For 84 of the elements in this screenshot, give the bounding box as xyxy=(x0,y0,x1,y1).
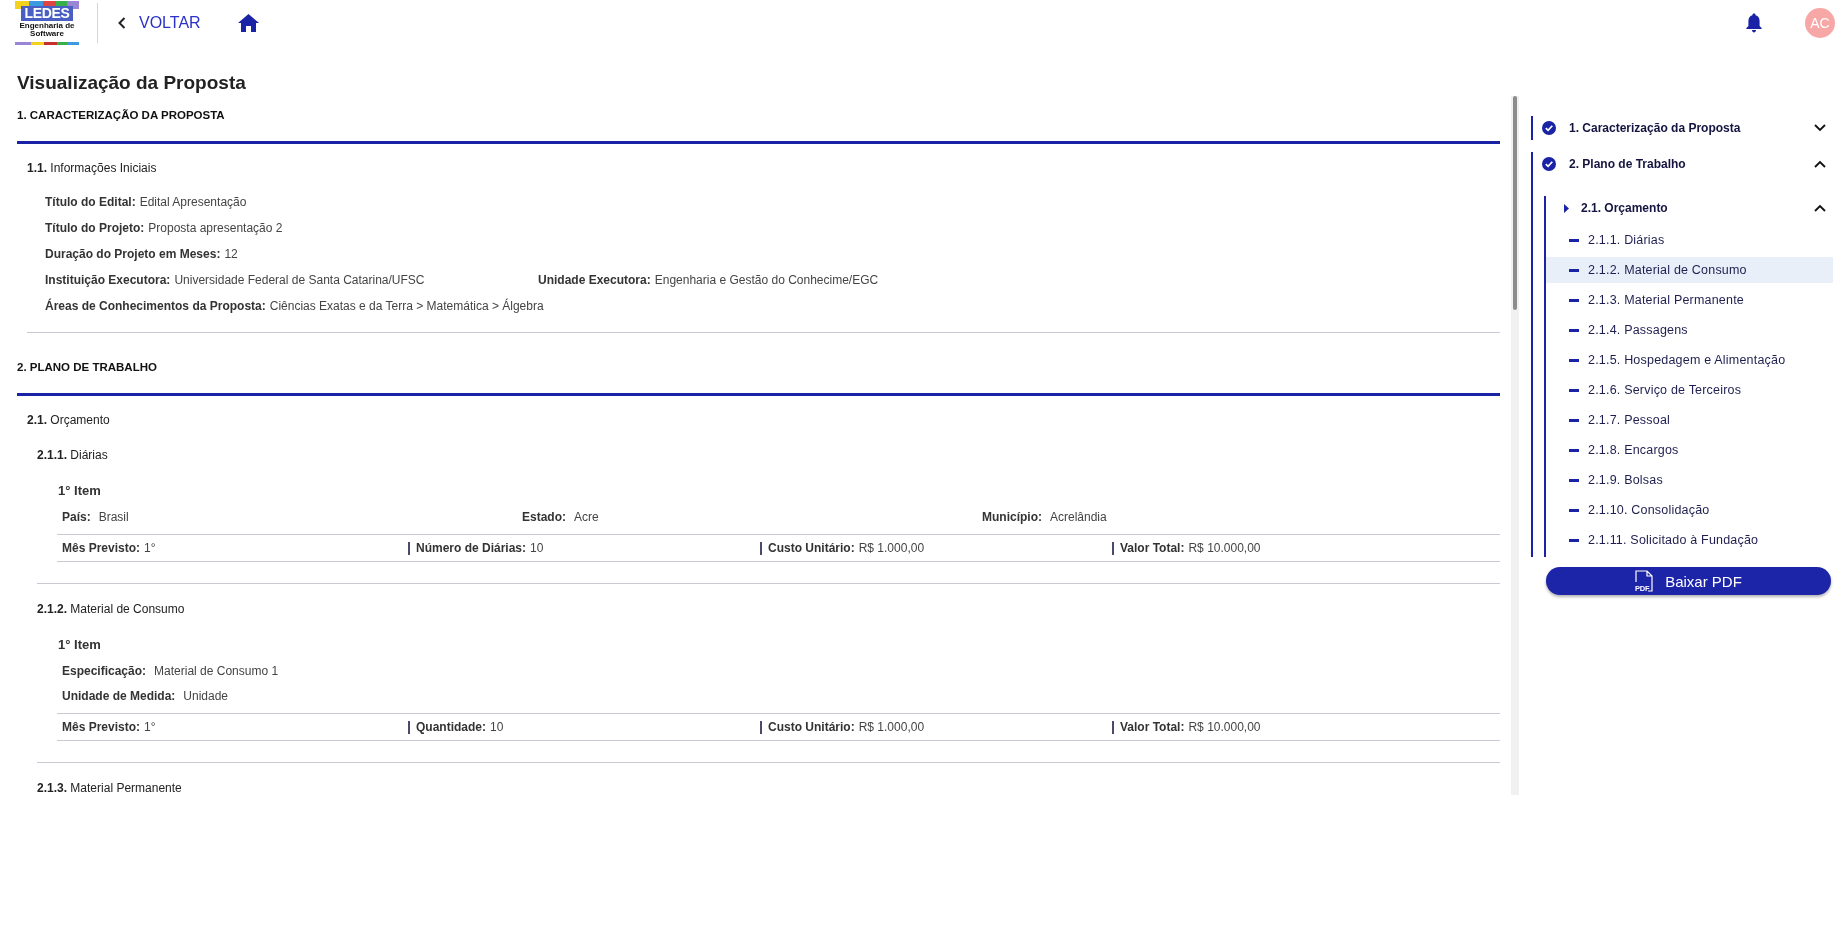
subsection-title: 2.1. Orçamento xyxy=(27,412,111,429)
field-value: Acre xyxy=(574,510,599,524)
chevron-up-icon[interactable] xyxy=(1814,204,1826,212)
section-title: 1. CARACTERIZAÇÃO DA PROPOSTA xyxy=(17,108,226,123)
field-label: Título do Edital: xyxy=(45,195,136,209)
field-value: Material de Consumo 1 xyxy=(154,664,279,678)
group-title: 2.1.1. Diárias xyxy=(37,447,109,464)
item-title: 1° Item xyxy=(57,636,102,654)
dash-icon xyxy=(1569,538,1579,542)
field-value: Brasil xyxy=(98,510,129,524)
nav-item[interactable]: 2.1.2. Material de Consumo xyxy=(1546,257,1833,283)
nav-item[interactable]: 2.1.5. Hospedagem e Alimentação xyxy=(1546,347,1833,373)
dash-icon xyxy=(1569,268,1579,272)
field-label: Custo Unitário: xyxy=(768,540,855,557)
field-label: Estado: xyxy=(522,510,566,524)
field-value: R$ 1.000,00 xyxy=(858,719,925,736)
field-value: Universidade Federal de Santa Catarina/UFSC xyxy=(174,273,425,287)
nav-item[interactable]: 2.1.10. Consolidação xyxy=(1546,497,1833,523)
field-label: Instituição Executora: xyxy=(45,273,171,287)
section-title: 2. PLANO DE TRABALHO xyxy=(17,360,158,375)
field-value: Acrelândia xyxy=(1050,510,1107,524)
field-label: Número de Diárias: xyxy=(416,540,527,557)
field-value: 12 xyxy=(224,247,238,261)
dash-icon xyxy=(1569,238,1579,242)
nav-item[interactable]: 2. Plano de Trabalho xyxy=(1533,152,1833,176)
field-label: Valor Total: xyxy=(1120,540,1185,557)
nav-item[interactable]: 2.1.3. Material Permanente xyxy=(1546,287,1833,313)
nav-item[interactable]: 2.1.4. Passagens xyxy=(1546,317,1833,343)
nav-item[interactable]: 1. Caracterização da Proposta xyxy=(1533,116,1833,140)
field-label: Mês Previsto: xyxy=(62,540,141,557)
field-label: Mês Previsto: xyxy=(62,719,141,736)
field-label: Unidade Executora: xyxy=(538,273,651,287)
field-value: 1° xyxy=(144,540,156,557)
field-label: Quantidade: xyxy=(416,719,486,736)
field-value: Ciências Exatas e da Terra > Matemática > Álgebra xyxy=(269,299,544,313)
chevron-up-icon[interactable] xyxy=(1814,160,1826,168)
field-value: Proposta apresentação 2 xyxy=(148,221,283,235)
field-value: R$ 10.000,00 xyxy=(1188,719,1261,736)
group-title: 2.1.3. Material Permanente xyxy=(37,780,183,797)
field-label: Unidade de Medida: xyxy=(62,689,176,703)
logo-wordmark: LEDES xyxy=(21,6,73,21)
field-value: R$ 1.000,00 xyxy=(858,540,925,557)
field-value: Engenharia e Gestão do Conhecime/EGC xyxy=(654,273,879,287)
field-label: Município: xyxy=(982,510,1042,524)
field-value: Edital Apresentação xyxy=(139,195,247,209)
logo-subtitle: Engenharia de Software xyxy=(18,22,76,38)
item-title: 1° Item xyxy=(57,482,102,500)
dash-icon xyxy=(1569,478,1579,482)
nav-item[interactable]: 2.1.11. Solicitado à Fundação xyxy=(1546,527,1833,553)
field-value: Unidade xyxy=(183,689,229,703)
field-label: País: xyxy=(62,510,91,524)
home-icon[interactable] xyxy=(237,14,259,32)
field-label: Especificação: xyxy=(62,664,147,678)
field-value: 1° xyxy=(144,719,156,736)
caret-right-icon xyxy=(1564,203,1569,213)
dash-icon xyxy=(1569,388,1579,392)
dash-icon xyxy=(1569,298,1579,302)
back-link[interactable]: VOLTAR xyxy=(118,14,201,32)
field-label: Duração do Projeto em Meses: xyxy=(45,247,221,261)
nav-item[interactable]: 2.1.8. Encargos xyxy=(1546,437,1833,463)
nav-item[interactable]: 2.1. Orçamento xyxy=(1546,196,1833,220)
subsection-title: 1.1. Informações Iniciais xyxy=(27,160,158,177)
field-label: Título do Projeto: xyxy=(45,221,145,235)
page-title: Visualização da Proposta xyxy=(17,71,247,95)
nav-item[interactable]: 2.1.9. Bolsas xyxy=(1546,467,1833,493)
dash-icon xyxy=(1569,418,1579,422)
dash-icon xyxy=(1569,448,1579,452)
field-value: 10 xyxy=(490,719,504,736)
nav-item[interactable]: 2.1.6. Serviço de Terceiros xyxy=(1546,377,1833,403)
nav-item[interactable]: 2.1.1. Diárias xyxy=(1546,227,1833,253)
scrollbar-thumb[interactable] xyxy=(1513,96,1517,310)
field-value: 10 xyxy=(530,540,544,557)
bell-icon[interactable] xyxy=(1746,13,1762,33)
field-label: Valor Total: xyxy=(1120,719,1185,736)
chevron-down-icon[interactable] xyxy=(1814,124,1826,132)
field-label: Áreas de Conhecimentos da Proposta: xyxy=(45,299,266,313)
dash-icon xyxy=(1569,328,1579,332)
dash-icon xyxy=(1569,358,1579,362)
dash-icon xyxy=(1569,508,1579,512)
group-title: 2.1.2. Material de Consumo xyxy=(37,601,186,618)
nav-item[interactable]: 2.1.7. Pessoal xyxy=(1546,407,1833,433)
field-label: Custo Unitário: xyxy=(768,719,855,736)
chevron-left-icon xyxy=(118,17,126,29)
field-value: R$ 10.000,00 xyxy=(1188,540,1261,557)
